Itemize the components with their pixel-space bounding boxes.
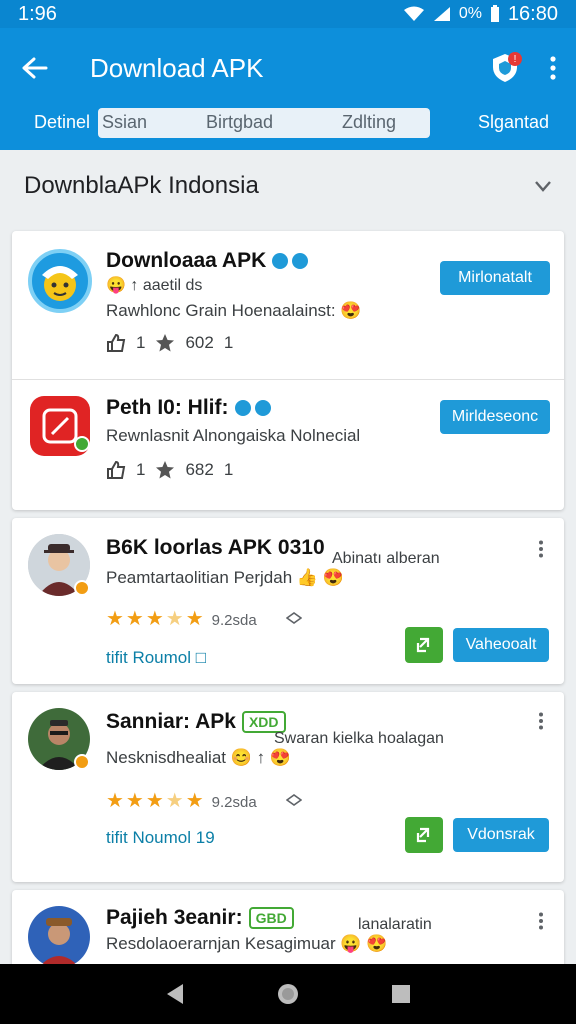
nav-back-icon[interactable] — [165, 983, 185, 1005]
post-subtitle: Resdolaoerarnjan Kesagimuar 😛 😍 — [106, 934, 388, 953]
app-list-card: Downloaaa APK 😛 ↑ aaetil ds Rawhlonc Gra… — [12, 231, 564, 510]
post-title: Pajieh 3eanir: — [106, 906, 243, 929]
app-stats: 1 682 1 — [106, 460, 233, 480]
verified-icon — [254, 400, 271, 417]
post-subtitle: Nesknisdhealiat 😊 ↑ 😍 — [106, 748, 292, 767]
post-link[interactable]: tifit Roumol □ — [106, 648, 206, 668]
app-name: Downloaaa APK — [106, 249, 267, 272]
app-stats: 1 602 1 — [106, 333, 233, 353]
post-side-note: lanalaratin — [358, 916, 432, 933]
app-name: Peth I0: Hlif: — [106, 396, 229, 419]
post-title-wrap: Sanniar: APk XDD — [106, 710, 286, 734]
status-dot — [74, 436, 90, 452]
signal-icon — [433, 7, 450, 21]
share-button[interactable] — [405, 817, 443, 853]
post-side-note: Swaran kielka hoalagan — [274, 730, 444, 747]
tab-birtgbad[interactable]: Birtgbad — [206, 112, 273, 133]
star-icon — [156, 334, 175, 352]
star-rating: ★★★★★ 9.2sda — [106, 790, 257, 812]
system-nav-bar — [0, 964, 576, 1024]
post-title-wrap: Pajieh 3eanir: GBD — [106, 906, 294, 930]
download-button[interactable]: Mirlonatalt — [440, 261, 550, 295]
back-button[interactable] — [0, 28, 70, 108]
verified-icon — [234, 400, 251, 417]
post-title: B6K loorlas APK 0310 — [106, 536, 325, 559]
tab-detinel[interactable]: Detinel — [34, 112, 90, 133]
tab-slgantad[interactable]: Slgantad — [478, 112, 549, 133]
item-count: 1 — [223, 333, 234, 352]
chevron-down-icon — [535, 181, 551, 192]
battery-text: 0% — [458, 5, 482, 22]
tab-bar: Detinel Ssian Birtgbad Zdlting Slgantad — [0, 108, 576, 150]
app-bar: Download APK ! — [0, 28, 576, 108]
thumbs-up-icon — [107, 333, 126, 352]
tab-ssian[interactable]: Ssian — [102, 112, 147, 133]
more-vert-icon[interactable] — [538, 712, 544, 730]
post-card[interactable]: B6K loorlas APK 0310 Abinatı alberan Pea… — [12, 518, 564, 684]
status-bar: 1:96 0% 16:80 — [0, 0, 576, 28]
share-square-icon — [416, 827, 430, 843]
rating-text: 9.2sda — [211, 612, 257, 629]
section-title: DownblaAPk Indonsia — [24, 172, 259, 199]
download-button[interactable]: Vaheooalt — [453, 628, 549, 662]
star-icon — [156, 461, 175, 479]
share-button[interactable] — [405, 627, 443, 663]
status-dot — [74, 754, 90, 770]
app-name-wrap: Downloaaa APK — [106, 249, 309, 273]
verified-icon — [292, 253, 309, 270]
app-row[interactable]: Downloaaa APK 😛 ↑ aaetil ds Rawhlonc Gra… — [12, 231, 564, 379]
download-button[interactable]: Mirldeseonc — [440, 400, 550, 434]
person-avatar-3 — [28, 906, 90, 968]
page-title: Download APK — [90, 52, 264, 83]
share-icon[interactable] — [286, 612, 302, 624]
nav-recents-icon[interactable] — [391, 984, 411, 1004]
battery-icon — [490, 5, 499, 22]
post-subtitle: Peamtartaolitian Perjdah 👍 😍 — [106, 568, 344, 587]
share-icon[interactable] — [286, 794, 302, 806]
share-square-icon — [416, 637, 430, 653]
section-header[interactable]: DownblaAPk Indonsia — [0, 150, 576, 222]
download-button[interactable]: Vdonsrak — [453, 818, 549, 852]
status-clock: 16:80 — [507, 2, 558, 25]
status-icons: 0% 16:80 — [403, 3, 558, 26]
post-side-note: Abinatı alberan — [332, 550, 440, 567]
nav-home-icon[interactable] — [276, 982, 300, 1006]
security-button[interactable]: ! — [480, 38, 530, 98]
status-time: 1:96 — [18, 2, 57, 25]
more-vert-icon[interactable] — [538, 912, 544, 930]
app-description: Rawhlonc Grain Hoenaalainst: 😍 — [106, 301, 362, 320]
app-meta: 😛 ↑ aaetil ds — [106, 277, 203, 294]
post-link[interactable]: tifit Noumol 19 — [106, 828, 215, 848]
likes-count: 1 — [136, 333, 146, 352]
likes-count: 1 — [136, 460, 146, 479]
thumbs-up-icon — [107, 460, 126, 479]
app-description: Rewnlasnit Alnongaiska Nolnecial — [106, 426, 361, 445]
verified-icon — [272, 253, 289, 270]
app-name-wrap: Peth I0: Hlif: — [106, 396, 271, 420]
post-title: Sanniar: APk — [106, 710, 236, 733]
rating-count: 682 — [185, 460, 214, 479]
wifi-icon — [403, 6, 424, 21]
tab-zdlting[interactable]: Zdlting — [342, 112, 396, 133]
mascot-icon — [28, 249, 92, 313]
status-dot — [74, 580, 90, 596]
app-row[interactable]: Peth I0: Hlif: Rewnlasnit Alnongaiska No… — [12, 380, 564, 510]
post-card[interactable]: Sanniar: APk XDD Swaran kielka hoalagan N… — [12, 692, 564, 882]
more-menu-button[interactable] — [530, 38, 576, 98]
tag-badge: GBD — [248, 907, 294, 930]
item-count: 1 — [223, 460, 234, 479]
back-arrow-icon — [22, 57, 48, 79]
star-rating: ★★★★★ 9.2sda — [106, 608, 257, 630]
notification-badge: ! — [508, 52, 522, 66]
rating-count: 602 — [185, 333, 214, 352]
rating-text: 9.2sda — [211, 794, 257, 811]
more-vert-icon — [550, 56, 556, 80]
more-vert-icon[interactable] — [538, 540, 544, 558]
